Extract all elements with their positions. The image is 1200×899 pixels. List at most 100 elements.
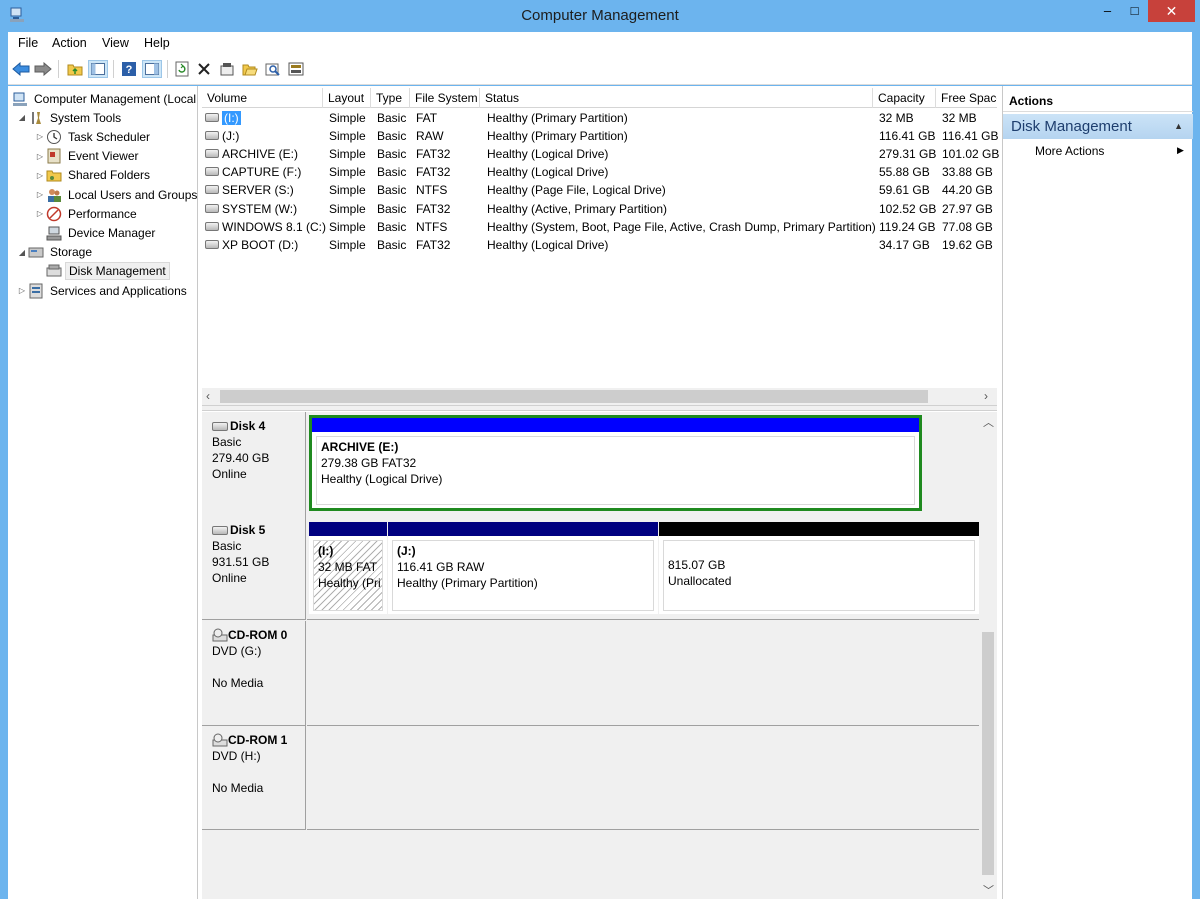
partition-block[interactable]: (I:) 32 MB FAT Healthy (Pri: [309, 522, 387, 614]
tree-item-local-users-and-groups[interactable]: ▷ Local Users and Groups: [34, 185, 197, 204]
disk-size: 279.40 GB: [212, 451, 270, 465]
volume-row[interactable]: (J:) Simple Basic RAW Healthy (Primary Parti…: [202, 127, 998, 145]
refresh-icon[interactable]: [172, 60, 192, 78]
tree-item-device-manager[interactable]: Device Manager: [34, 223, 158, 242]
scroll-right-icon[interactable]: ›: [984, 389, 988, 403]
collapsed-arrow-icon[interactable]: ▷: [34, 171, 46, 180]
vertical-scrollbar[interactable]: ︿ ﹀: [979, 412, 997, 899]
partition-block[interactable]: 815.07 GB Unallocated: [659, 522, 979, 614]
scroll-down-icon[interactable]: ﹀: [983, 882, 994, 898]
search-icon[interactable]: [263, 60, 283, 78]
collapsed-arrow-icon[interactable]: ▷: [34, 152, 46, 161]
collapsed-arrow-icon[interactable]: ▷: [34, 132, 46, 141]
disk-label-cd-rom-0[interactable]: CD-ROM 0 DVD (G:) No Media: [202, 621, 306, 726]
tree-item-storage[interactable]: ◢ Storage: [16, 243, 95, 262]
volume-row[interactable]: XP BOOT (D:) Simple Basic FAT32 Healthy (Log…: [202, 236, 997, 254]
disk-kind: Basic: [212, 539, 242, 553]
volume-name-text: (I:): [222, 111, 241, 125]
cell-capacity: 32 MB: [879, 109, 914, 127]
tree-item-services-and-applications[interactable]: ▷ Services and Applications: [16, 281, 190, 300]
show-hide-action-pane-icon[interactable]: [142, 60, 162, 78]
horizontal-scrollbar[interactable]: ‹ ›: [202, 388, 997, 405]
pane-splitter[interactable]: [202, 405, 997, 411]
status-text: Healthy (Logical Drive): [487, 165, 609, 180]
column-volume[interactable]: Volume: [202, 88, 323, 108]
open-folder-icon[interactable]: [240, 60, 260, 78]
disk-partition-strip: [307, 621, 979, 726]
vertical-scroll-thumb[interactable]: [982, 632, 994, 875]
column-layout[interactable]: Layout: [323, 88, 371, 108]
partition-block[interactable]: (J:) 116.41 GB RAW Healthy (Primary Partit…: [388, 522, 658, 614]
column-capacity[interactable]: Capacity: [873, 88, 936, 108]
type-text: Basic: [377, 165, 407, 180]
menu-help[interactable]: Help: [144, 36, 170, 50]
file-system-text: FAT32: [416, 237, 451, 252]
volume-row[interactable]: WINDOWS 8.1 (C:) Simple Basic NTFS Healthy (…: [202, 218, 997, 236]
delete-icon[interactable]: [194, 60, 214, 78]
tree-item-computer-management-local[interactable]: Computer Management (Local: [8, 89, 197, 108]
tree-item-label: System Tools: [50, 110, 122, 125]
tree-item-task-scheduler[interactable]: ▷ Task Scheduler: [34, 127, 153, 146]
collapsed-arrow-icon[interactable]: ▷: [34, 209, 46, 218]
tree-item-system-tools[interactable]: ◢ System Tools: [16, 108, 124, 127]
column-type[interactable]: Type: [371, 88, 410, 108]
volume-row[interactable]: (I:) Simple Basic FAT Healthy (Primary Parti…: [202, 109, 997, 127]
device-manager-icon: [46, 225, 62, 241]
shared-folders-icon: [46, 167, 62, 183]
cell-type: Basic: [377, 218, 406, 236]
cell-capacity: 279.31 GB: [879, 145, 936, 163]
horizontal-scroll-thumb[interactable]: [220, 390, 928, 403]
storage-icon: [28, 244, 44, 260]
disk-label-cd-rom-1[interactable]: CD-ROM 1 DVD (H:) No Media: [202, 726, 306, 830]
free-space-text: 27.97 GB: [942, 201, 993, 216]
help-icon[interactable]: ?: [119, 60, 139, 78]
scroll-up-icon[interactable]: ︿: [983, 414, 994, 430]
menu-view[interactable]: View: [102, 36, 129, 50]
column-free-space[interactable]: Free Space: [936, 88, 997, 108]
collapse-caret-icon[interactable]: ▲: [1174, 121, 1183, 131]
partition-info: ARCHIVE (E:) 279.38 GB FAT32 Healthy (Logi…: [316, 436, 915, 505]
volume-row[interactable]: SERVER (S:) Simple Basic NTFS Healthy (Page …: [202, 181, 997, 199]
collapsed-arrow-icon[interactable]: ▷: [16, 286, 28, 295]
tree-item-event-viewer[interactable]: ▷ Event Viewer: [34, 147, 141, 166]
up-folder-icon[interactable]: [65, 60, 85, 78]
disk-graphical-view: ︿ ﹀ Disk 4 Basic 279.40 GB Online ARCHIVE (E…: [202, 412, 997, 899]
tree-item-shared-folders[interactable]: ▷ Shared Folders: [34, 166, 153, 185]
column-status[interactable]: Status: [480, 88, 873, 108]
cell-status: Healthy (Logical Drive): [487, 236, 608, 254]
expanded-arrow-icon[interactable]: ◢: [16, 113, 28, 122]
tree-item-performance[interactable]: ▷ Performance: [34, 204, 140, 223]
show-hide-console-tree-icon[interactable]: [88, 60, 108, 78]
disk-properties-icon[interactable]: [286, 60, 306, 78]
capacity-text: 34.17 GB: [879, 237, 930, 252]
maximize-button[interactable]: □: [1121, 0, 1148, 22]
forward-icon[interactable]: [33, 60, 53, 78]
tree-item-disk-management[interactable]: Disk Management: [34, 262, 170, 281]
volume-row[interactable]: SYSTEM (W:) Simple Basic FAT32 Healthy (Acti…: [202, 200, 997, 218]
actions-section-disk-management[interactable]: Disk Management ▲: [1003, 114, 1193, 139]
menu-action[interactable]: Action: [52, 36, 87, 50]
partition-block[interactable]: ARCHIVE (E:) 279.38 GB FAT32 Healthy (Logi…: [309, 415, 922, 511]
cell-free-space: 44.20 GB: [942, 181, 993, 199]
expanded-arrow-icon[interactable]: ◢: [16, 248, 28, 257]
cell-type: Basic: [377, 127, 406, 145]
partition-type-bar: [312, 418, 919, 432]
properties-icon[interactable]: [217, 60, 237, 78]
menu-file[interactable]: File: [18, 36, 38, 50]
column-file-system[interactable]: File System: [410, 88, 480, 108]
collapsed-arrow-icon[interactable]: ▷: [34, 190, 46, 199]
disk-label-disk-5[interactable]: Disk 5 Basic 931.51 GB Online: [202, 516, 306, 620]
scroll-left-icon[interactable]: ‹: [206, 389, 210, 403]
back-icon[interactable]: [11, 60, 31, 78]
task-scheduler-icon: [46, 129, 62, 145]
tree-item-label: Device Manager: [68, 225, 156, 240]
title-bar: Computer Management ‒ □ ✕: [0, 0, 1200, 32]
volume-row[interactable]: ARCHIVE (E:) Simple Basic FAT32 Healthy (Log…: [202, 145, 999, 163]
minimize-button[interactable]: ‒: [1094, 0, 1121, 22]
disk-label-disk-4[interactable]: Disk 4 Basic 279.40 GB Online: [202, 412, 306, 517]
volume-icon: [205, 131, 219, 141]
layout-text: Simple: [329, 183, 366, 198]
volume-row[interactable]: CAPTURE (F:) Simple Basic FAT32 Healthy (Log…: [202, 163, 997, 181]
close-button[interactable]: ✕: [1148, 0, 1195, 22]
more-actions-item[interactable]: More Actions: [1035, 144, 1104, 158]
